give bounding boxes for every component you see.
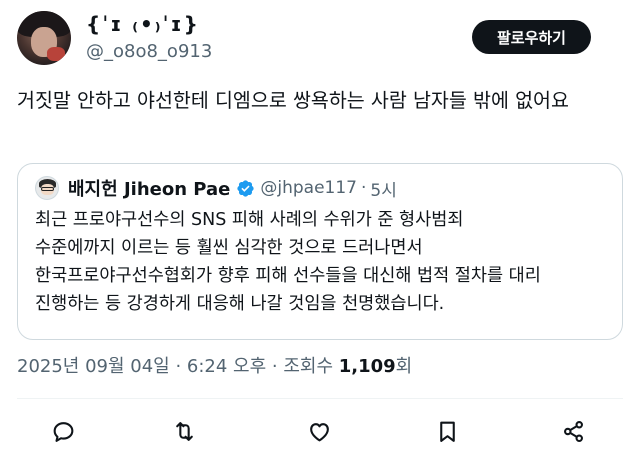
share-icon <box>563 420 583 442</box>
reply-icon <box>53 421 73 442</box>
retweet-icon <box>175 421 193 441</box>
tweet-text: 거짓말 안하고 야선한테 디엠으로 쌍욕하는 사람 남자들 밖에 없어요 <box>17 89 569 112</box>
tweet-meta: 2025년 09월 04일 · 6:24 오후 · 조회수 1,109회 <box>17 352 412 378</box>
quoted-tweet-text: 최근 프로야구선수의 SNS 피해 사례의 수위가 준 형사범죄 수준에까지 이… <box>35 206 610 318</box>
quoted-tweet[interactable]: 배지헌 Jiheon Pae @jhpae117 · 5시 최근 프로야구선수의… <box>17 163 623 340</box>
share-button[interactable] <box>558 416 588 446</box>
like-button[interactable] <box>304 416 334 446</box>
bookmark-icon <box>439 421 455 442</box>
author-avatar[interactable] <box>17 11 71 65</box>
quoted-tweet-line: 한국프로야구선수협회가 향후 피해 선수들을 대신해 법적 절차를 대리 <box>35 266 541 286</box>
tweet-datetime[interactable]: 2025년 09월 04일 · 6:24 오후 · 조회수 <box>17 356 339 377</box>
author-handle[interactable]: @_o8o8_o913 <box>86 41 212 62</box>
quoted-tweet-line: 진행하는 등 강경하게 대응해 나갈 것임을 천명했습니다. <box>35 294 445 314</box>
like-icon <box>309 422 329 441</box>
action-bar <box>0 410 640 450</box>
quoted-tweet-header: 배지헌 Jiheon Pae @jhpae117 · 5시 <box>68 175 397 201</box>
reply-button[interactable] <box>48 416 78 446</box>
quoted-author-handle[interactable]: @jhpae117 <box>260 178 357 198</box>
quoted-author-name[interactable]: 배지헌 Jiheon Pae <box>68 175 230 201</box>
views-count: 1,109 <box>338 356 396 377</box>
tweet-header: {ˈɪ ₍•₎ˈɪ} @_o8o8_o913 팔로우하기 <box>0 0 640 80</box>
retweet-button[interactable] <box>169 416 199 446</box>
views-suffix: 회 <box>395 356 413 377</box>
divider <box>17 398 623 399</box>
separator-dot: · <box>360 178 367 198</box>
author-display-name[interactable]: {ˈɪ ₍•₎ˈɪ} <box>86 12 200 36</box>
follow-button[interactable]: 팔로우하기 <box>472 20 591 54</box>
quoted-tweet-time[interactable]: 5시 <box>370 176 396 201</box>
quoted-author-avatar[interactable] <box>35 176 59 200</box>
bookmark-button[interactable] <box>432 416 462 446</box>
quoted-tweet-line: 최근 프로야구선수의 SNS 피해 사례의 수위가 준 형사범죄 <box>35 210 464 230</box>
verified-badge-icon <box>236 179 255 198</box>
quoted-tweet-line: 수준에까지 이르는 등 훨씬 심각한 것으로 드러나면서 <box>35 238 423 258</box>
